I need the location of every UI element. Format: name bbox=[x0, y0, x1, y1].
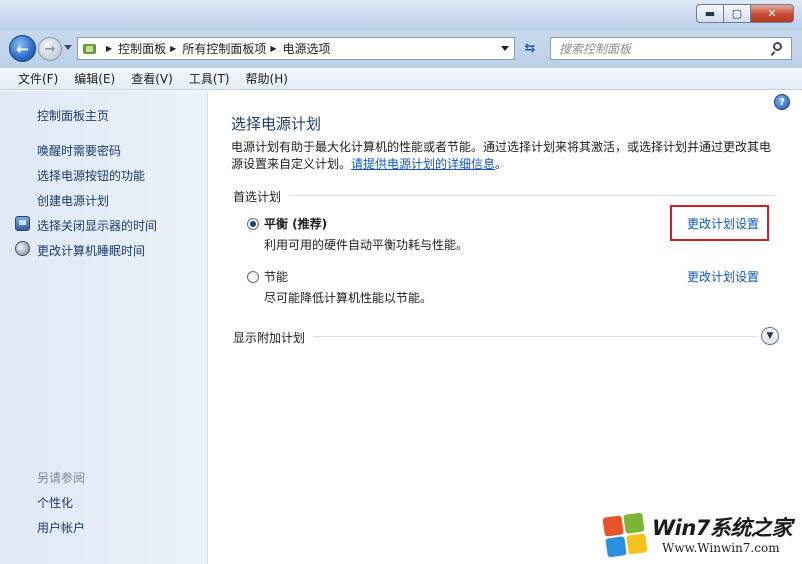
divider bbox=[290, 195, 776, 196]
search-box[interactable] bbox=[550, 37, 792, 60]
watermark-brand: Win7系统之家 bbox=[652, 516, 792, 540]
page-description: 电源计划有助于最大化计算机的性能或者节能。通过选择计划来将其激活，或选择计划并通… bbox=[231, 139, 776, 173]
plan-info-link[interactable]: 请提供电源计划的详细信息 bbox=[351, 157, 495, 171]
refresh-button[interactable]: ⇆ bbox=[518, 37, 542, 60]
plan-name-power-saver[interactable]: 节能 bbox=[264, 268, 288, 285]
highlight-box bbox=[670, 205, 769, 241]
maximize-button[interactable]: ▢ bbox=[723, 4, 750, 23]
sidebar-item-home[interactable]: 控制面板主页 bbox=[37, 107, 109, 124]
title-bar: ▬ ▢ ✕ bbox=[0, 0, 802, 30]
chevron-right-icon[interactable]: ▶ bbox=[106, 44, 112, 53]
preferred-plans-heading: 首选计划 bbox=[233, 190, 282, 204]
refresh-icon: ⇆ bbox=[524, 41, 536, 56]
plan-desc-balanced: 利用可用的硬件自动平衡功耗与性能。 bbox=[264, 238, 469, 252]
divider bbox=[313, 336, 757, 337]
see-also-heading: 另请参阅 bbox=[37, 471, 86, 485]
window-controls: ▬ ▢ ✕ bbox=[696, 4, 794, 23]
search-input[interactable] bbox=[559, 41, 764, 56]
breadcrumb-all-items[interactable]: 所有控制面板项 bbox=[182, 40, 266, 57]
help-icon[interactable]: ? bbox=[774, 94, 790, 110]
sidebar-item-personalize[interactable]: 个性化 bbox=[37, 494, 73, 511]
power-saver-radio[interactable] bbox=[247, 271, 259, 283]
address-row: ← → ▶ 控制面板 ▶ 所有控制面板项 ▶ 电源选项 ⇆ bbox=[0, 30, 802, 68]
close-button[interactable]: ✕ bbox=[750, 4, 794, 23]
balanced-radio[interactable] bbox=[247, 218, 259, 230]
watermark: Win7系统之家 Www.Winwin7.com bbox=[601, 511, 800, 560]
expand-chevron-icon[interactable]: ▼ bbox=[761, 327, 779, 345]
arrow-right-icon: → bbox=[44, 41, 56, 57]
sidebar-item-display-off[interactable]: 选择关闭显示器的时间 bbox=[37, 217, 157, 234]
menu-view[interactable]: 查看(V) bbox=[123, 70, 181, 87]
description-end: 。 bbox=[495, 157, 508, 171]
breadcrumb-power-options[interactable]: 电源选项 bbox=[283, 40, 331, 57]
change-plan-settings-power-saver-link[interactable]: 更改计划设置 bbox=[687, 268, 759, 285]
additional-plans-heading[interactable]: 显示附加计划 bbox=[233, 329, 305, 346]
back-button[interactable]: ← bbox=[9, 35, 36, 62]
page-title: 选择电源计划 bbox=[231, 115, 322, 133]
chevron-right-icon[interactable]: ▶ bbox=[270, 44, 276, 53]
sidebar-item-wake-password[interactable]: 唤醒时需要密码 bbox=[37, 142, 121, 159]
menu-bar: 文件(F) 编辑(E) 查看(V) 工具(T) 帮助(H) bbox=[0, 68, 802, 90]
menu-help[interactable]: 帮助(H) bbox=[238, 70, 296, 87]
minimize-button[interactable]: ▬ bbox=[696, 4, 723, 23]
moon-icon bbox=[15, 241, 30, 256]
breadcrumb-control-panel[interactable]: 控制面板 bbox=[118, 40, 166, 57]
windows-logo-icon bbox=[601, 511, 648, 558]
recent-pages-dropdown[interactable] bbox=[64, 45, 72, 50]
address-bar[interactable]: ▶ 控制面板 ▶ 所有控制面板项 ▶ 电源选项 bbox=[77, 37, 515, 60]
sidebar-item-sleep-time[interactable]: 更改计算机睡眠时间 bbox=[37, 242, 145, 259]
monitor-icon bbox=[15, 216, 30, 231]
plan-name-balanced[interactable]: 平衡 (推荐) bbox=[264, 215, 327, 232]
menu-tools[interactable]: 工具(T) bbox=[181, 70, 238, 87]
address-dropdown-icon[interactable] bbox=[501, 46, 509, 51]
plan-desc-power-saver: 尽可能降低计算机性能以节能。 bbox=[264, 291, 433, 305]
chevron-right-icon[interactable]: ▶ bbox=[170, 44, 176, 53]
control-panel-icon bbox=[82, 41, 98, 57]
sidebar-item-user-accounts[interactable]: 用户帐户 bbox=[37, 519, 85, 536]
menu-edit[interactable]: 编辑(E) bbox=[66, 70, 123, 87]
arrow-left-icon: ← bbox=[16, 39, 29, 58]
forward-button[interactable]: → bbox=[38, 37, 62, 61]
menu-file[interactable]: 文件(F) bbox=[10, 70, 66, 87]
sidebar-item-power-buttons[interactable]: 选择电源按钮的功能 bbox=[37, 167, 145, 184]
search-icon[interactable] bbox=[770, 42, 783, 57]
left-nav-pane: 控制面板主页 唤醒时需要密码 选择电源按钮的功能 创建电源计划 选择关闭显示器的… bbox=[0, 91, 208, 564]
sidebar-item-create-plan[interactable]: 创建电源计划 bbox=[37, 192, 109, 209]
watermark-url: Www.Winwin7.com bbox=[662, 541, 780, 555]
